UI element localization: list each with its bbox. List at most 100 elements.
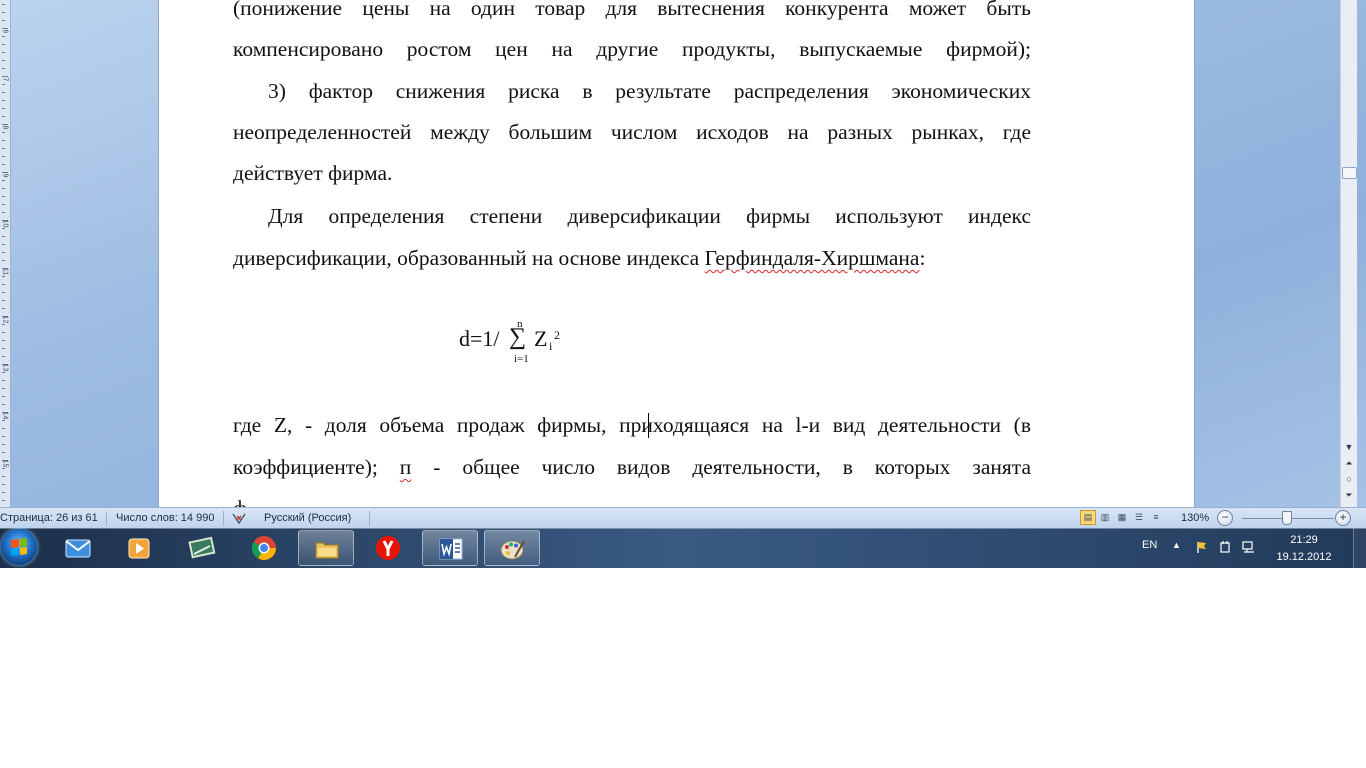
- ruler-tick: [2, 396, 5, 397]
- ruler-tick: [2, 404, 5, 405]
- mail-icon: [65, 539, 91, 558]
- ruler-tick: [2, 204, 5, 205]
- network-icon[interactable]: [1242, 540, 1256, 554]
- view-buttons: ▤ ▥ ▦ ☰ ≡: [1080, 510, 1164, 526]
- zoom-slider-thumb[interactable]: [1282, 511, 1292, 525]
- status-separator: [106, 511, 107, 526]
- ruler-tick: [2, 284, 5, 285]
- ruler-tick: [2, 244, 5, 245]
- tablet-icon: [188, 536, 216, 559]
- ruler-tick: [2, 252, 5, 253]
- action-center-flag-icon[interactable]: [1195, 540, 1209, 554]
- doc-line-9[interactable]: коэффициенте); п - общее число видов дея…: [233, 446, 1031, 488]
- ruler-tick: [2, 44, 5, 45]
- ruler-tick: [2, 236, 5, 237]
- ruler-tick: [2, 140, 5, 141]
- input-language-indicator[interactable]: EN: [1142, 539, 1157, 551]
- doc-line-2[interactable]: компенсировано ростом цен на другие прод…: [233, 28, 1031, 70]
- sum-upper-limit: n: [517, 318, 523, 330]
- select-browse-object-icon[interactable]: ○: [1341, 472, 1357, 486]
- ruler-tick: [2, 388, 5, 389]
- word-count[interactable]: Число слов: 14 990: [116, 512, 214, 524]
- ruler-number: 9: [1, 173, 9, 178]
- start-button[interactable]: [1, 529, 37, 565]
- web-layout-view-icon[interactable]: ▦: [1114, 510, 1130, 525]
- full-screen-reading-view-icon[interactable]: ▥: [1097, 510, 1113, 525]
- print-layout-view-icon[interactable]: ▤: [1080, 510, 1096, 525]
- ruler-tick: [2, 444, 5, 445]
- ruler-tick: [2, 164, 5, 165]
- page-count[interactable]: Страница: 26 из 61: [0, 512, 98, 524]
- zoom-in-button[interactable]: +: [1335, 510, 1351, 526]
- draft-view-icon[interactable]: ≡: [1148, 510, 1164, 525]
- ruler-tick: [2, 108, 5, 109]
- text-cursor: [648, 413, 649, 438]
- ruler-tick: [2, 68, 5, 69]
- clock-date[interactable]: 19.12.2012: [1272, 551, 1336, 563]
- next-page-icon[interactable]: ⏷: [1341, 488, 1357, 502]
- vertical-ruler: 6 7 8 9 10 11 12 13 14 15: [0, 0, 11, 507]
- ruler-number: 11: [1, 267, 9, 276]
- ruler-tick: [2, 20, 5, 21]
- ruler-tick: [2, 484, 5, 485]
- power-icon[interactable]: [1218, 540, 1232, 554]
- taskbar-mail[interactable]: [50, 530, 106, 566]
- ruler-tick: [2, 188, 5, 189]
- language-indicator[interactable]: Русский (Россия): [264, 512, 351, 524]
- doc-line-3[interactable]: 3) фактор снижения риска в результате ра…: [233, 70, 1031, 112]
- outline-view-icon[interactable]: ☰: [1131, 510, 1147, 525]
- ruler-tick: [2, 356, 5, 357]
- doc-line-8[interactable]: где Z, - доля объема продаж фирмы, прихо…: [233, 404, 1031, 446]
- ruler-tick: [2, 300, 5, 301]
- ruler-tick: [2, 212, 5, 213]
- formula-superscript: 2: [554, 328, 560, 342]
- ruler-tick: [2, 436, 5, 437]
- formula-subscript: i: [549, 339, 553, 353]
- zoom-level[interactable]: 130%: [1181, 512, 1209, 524]
- ruler-tick: [2, 100, 5, 101]
- ruler-number: 12: [1, 315, 9, 324]
- taskbar-yandex[interactable]: [360, 530, 416, 566]
- paint-icon: [500, 540, 525, 560]
- zoom-out-button[interactable]: −: [1217, 510, 1233, 526]
- taskbar-tablet[interactable]: [174, 530, 230, 566]
- taskbar: EN ▲ 21:29 19.12.2012: [0, 528, 1366, 568]
- ruler-tick: [2, 308, 5, 309]
- ruler-tick: [2, 332, 5, 333]
- ruler-tick: [2, 156, 5, 157]
- ruler-tick: [2, 380, 5, 381]
- spelling-error-word-2[interactable]: п: [400, 455, 412, 479]
- doc-line-7-text: диверсификации, образованный на основе и…: [233, 246, 705, 270]
- doc-line-10[interactable]: ф: [233, 487, 1031, 507]
- arrow-down-icon[interactable]: ▼: [1341, 440, 1357, 454]
- ruler-tick: [2, 340, 5, 341]
- show-hidden-icons-icon[interactable]: ▲: [1172, 540, 1181, 550]
- vertical-scrollbar[interactable]: ▼ ⏶ ○ ⏷: [1340, 0, 1357, 507]
- taskbar-word[interactable]: [422, 530, 478, 566]
- ruler-number: 14: [1, 411, 9, 420]
- word-icon: [439, 538, 463, 560]
- taskbar-media-player[interactable]: [112, 530, 168, 566]
- ruler-tick: [2, 492, 5, 493]
- doc-line-4[interactable]: неопределенностей между большим числом и…: [233, 111, 1031, 153]
- ruler-tick: [2, 260, 5, 261]
- spelling-error-word[interactable]: Герфиндаля-Хиршмана: [705, 246, 920, 270]
- windows-logo-icon: [11, 538, 27, 556]
- doc-line-6[interactable]: Для определения степени диверсификации ф…: [233, 195, 1031, 237]
- taskbar-explorer[interactable]: [298, 530, 354, 566]
- doc-line-7[interactable]: диверсификации, образованный на основе и…: [233, 237, 1031, 279]
- doc-line-9-end: - общее число видов деятельности, в кото…: [411, 455, 1031, 479]
- prev-page-icon[interactable]: ⏶: [1341, 456, 1357, 470]
- ruler-number: 7: [1, 77, 9, 82]
- ruler-tick: [2, 452, 5, 453]
- scrollbar-thumb[interactable]: [1342, 167, 1357, 179]
- doc-line-5[interactable]: действует фирма.: [233, 152, 1031, 194]
- taskbar-paint[interactable]: [484, 530, 540, 566]
- doc-line-1[interactable]: (понижение цены на один товар для вытесн…: [233, 0, 1031, 29]
- taskbar-chrome[interactable]: [236, 530, 292, 566]
- ruler-tick: [2, 348, 5, 349]
- clock-time[interactable]: 21:29: [1276, 534, 1332, 546]
- show-desktop-button[interactable]: [1353, 528, 1366, 568]
- document-page[interactable]: (понижение цены на один товар для вытесн…: [158, 0, 1195, 507]
- proofing-icon[interactable]: [231, 511, 247, 525]
